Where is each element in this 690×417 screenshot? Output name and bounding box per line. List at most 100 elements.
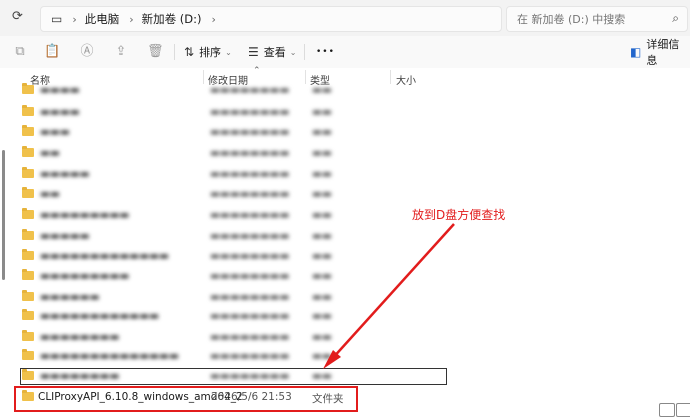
chevron-down-icon: ⌄ [225, 47, 232, 57]
folder-icon [22, 229, 34, 240]
list-item[interactable]: ▬▬▬ ▬▬▬▬▬▬▬▬ ▬▬ [0, 122, 680, 142]
blurred-date: ▬▬▬▬▬▬▬▬ [210, 84, 290, 96]
blurred-name: ▬▬▬▬▬▬▬▬▬▬▬▬ [40, 310, 160, 322]
blurred-name: ▬▬▬▬▬▬▬▬▬▬▬▬▬ [40, 250, 169, 262]
blurred-name: ▬▬ [40, 188, 60, 200]
blurred-name: ▬▬▬▬▬▬▬▬ [40, 331, 120, 343]
folder-icon [22, 290, 34, 301]
details-pane-button[interactable]: ◧ 详细信息 [630, 38, 690, 67]
blurred-type: ▬▬ [312, 270, 332, 282]
blurred-type: ▬▬ [312, 350, 332, 362]
list-item[interactable]: ▬▬▬▬▬▬▬▬ ▬▬▬▬▬▬▬▬ ▬▬ [0, 327, 680, 347]
blurred-name: ▬▬▬▬▬ [40, 230, 90, 242]
search-box[interactable]: ⌕ [506, 6, 688, 32]
blurred-name: ▬▬▬▬▬▬▬▬▬▬▬▬▬▬ [40, 350, 179, 362]
folder-icon [22, 249, 34, 260]
blurred-name: ▬▬▬▬▬▬▬▬▬ [40, 209, 130, 221]
computer-icon: ▭ [51, 12, 63, 26]
list-item[interactable]: ▬▬▬▬▬▬▬▬▬ ▬▬▬▬▬▬▬▬ ▬▬ [0, 205, 680, 225]
view-button[interactable]: ☰ 查看 ⌄ [248, 44, 296, 60]
blurred-date: ▬▬▬▬▬▬▬▬ [210, 310, 290, 322]
list-item[interactable]: ▬▬▬▬ ▬▬▬▬▬▬▬▬ ▬▬ [0, 102, 680, 122]
blurred-type: ▬▬ [312, 168, 332, 180]
chevron-right-icon[interactable]: › [129, 13, 133, 26]
sort-label: 排序 [199, 46, 222, 59]
annotation-text: 放到D盘方便查找 [412, 208, 506, 222]
sort-ascending-icon: ⌃ [253, 66, 261, 76]
folder-icon [22, 83, 34, 94]
sort-button[interactable]: ⇅ 排序 ⌄ [184, 44, 232, 60]
folder-icon [22, 349, 34, 360]
list-item[interactable]: ▬▬▬▬ ▬▬▬▬▬▬▬▬ ▬▬ [0, 80, 680, 100]
focused-row-outline [20, 368, 447, 385]
breadcrumb-item-drive-d[interactable]: 新加卷 (D:) [142, 11, 202, 27]
toolbar-divider [304, 44, 305, 60]
blurred-type: ▬▬ [312, 209, 332, 221]
list-item[interactable]: ▬▬ ▬▬▬▬▬▬▬▬ ▬▬ [0, 143, 680, 163]
blurred-name: ▬▬▬▬ [40, 84, 80, 96]
breadcrumb-item-this-pc[interactable]: 此电脑 [85, 11, 120, 27]
list-item[interactable]: ▬▬▬▬▬ ▬▬▬▬▬▬▬▬ ▬▬ [0, 226, 680, 246]
list-item[interactable]: ▬▬▬▬▬▬▬▬▬▬▬▬▬ ▬▬▬▬▬▬▬▬ ▬▬ [0, 246, 680, 266]
new-item-icon[interactable]: ⧉ [12, 44, 28, 60]
list-item[interactable]: ▬▬▬▬▬ ▬▬▬▬▬▬▬▬ ▬▬ [0, 164, 680, 184]
chevron-right-icon[interactable]: › [72, 13, 76, 26]
list-item[interactable]: ▬▬▬▬▬▬ ▬▬▬▬▬▬▬▬ ▬▬ [0, 287, 680, 307]
blurred-date: ▬▬▬▬▬▬▬▬ [210, 126, 290, 138]
blurred-type: ▬▬ [312, 331, 332, 343]
folder-icon [22, 105, 34, 116]
breadcrumb[interactable]: ▭ › 此电脑 › 新加卷 (D:) › [40, 6, 502, 32]
folder-icon [22, 167, 34, 178]
list-item[interactable]: ▬▬▬▬▬▬▬▬▬ ▬▬▬▬▬▬▬▬ ▬▬ [0, 266, 680, 286]
folder-icon [22, 146, 34, 157]
folder-icon [22, 125, 34, 136]
share-icon[interactable]: ⇪ [113, 44, 129, 60]
blurred-type: ▬▬ [312, 106, 332, 118]
blurred-date: ▬▬▬▬▬▬▬▬ [210, 291, 290, 303]
blurred-type: ▬▬ [312, 126, 332, 138]
blurred-type: ▬▬ [312, 230, 332, 242]
blurred-date: ▬▬▬▬▬▬▬▬ [210, 106, 290, 118]
blurred-type: ▬▬ [312, 147, 332, 159]
blurred-date: ▬▬▬▬▬▬▬▬ [210, 230, 290, 242]
view-label: 查看 [263, 46, 286, 59]
blurred-type: ▬▬ [312, 291, 332, 303]
blurred-type: ▬▬ [312, 188, 332, 200]
folder-icon [22, 187, 34, 198]
blurred-date: ▬▬▬▬▬▬▬▬ [210, 350, 290, 362]
blurred-name: ▬▬ [40, 147, 60, 159]
folder-icon [22, 208, 34, 219]
blurred-name: ▬▬▬▬▬ [40, 168, 90, 180]
search-input[interactable] [515, 11, 659, 27]
blurred-type: ▬▬ [312, 84, 332, 96]
details-label: 详细信息 [646, 38, 680, 67]
red-highlight-box [14, 386, 358, 412]
blurred-name: ▬▬▬▬▬▬ [40, 291, 100, 303]
blurred-date: ▬▬▬▬▬▬▬▬ [210, 147, 290, 159]
blurred-date: ▬▬▬▬▬▬▬▬ [210, 250, 290, 262]
blurred-name: ▬▬▬▬ [40, 106, 80, 118]
blurred-name: ▬▬▬▬▬▬▬▬▬ [40, 270, 130, 282]
blurred-date: ▬▬▬▬▬▬▬▬ [210, 188, 290, 200]
more-options-button[interactable]: ••• [316, 44, 335, 60]
blurred-date: ▬▬▬▬▬▬▬▬ [210, 270, 290, 282]
rename-icon[interactable]: Ⓐ [79, 44, 95, 60]
command-toolbar: ⧉ 📋 Ⓐ ⇪ 🗑 ⇅ 排序 ⌄ ☰ 查看 ⌄ ••• ◧ 详细信息 [0, 36, 690, 69]
list-item[interactable]: ▬▬ ▬▬▬▬▬▬▬▬ ▬▬ [0, 184, 680, 204]
toolbar-divider [174, 44, 175, 60]
list-item[interactable]: ▬▬▬▬▬▬▬▬▬▬▬▬ ▬▬▬▬▬▬▬▬ ▬▬ [0, 306, 680, 326]
delete-icon[interactable]: 🗑 [147, 44, 164, 60]
paste-icon[interactable]: 📋 [44, 44, 60, 60]
blurred-date: ▬▬▬▬▬▬▬▬ [210, 331, 290, 343]
list-item[interactable]: ▬▬▬▬▬▬▬▬▬▬▬▬▬▬ ▬▬▬▬▬▬▬▬ ▬▬ [0, 346, 680, 366]
refresh-icon[interactable]: ⟳ [12, 10, 26, 24]
chevron-right-icon[interactable]: › [212, 13, 216, 26]
chevron-down-icon: ⌄ [289, 47, 297, 57]
folder-icon [22, 330, 34, 341]
address-bar-area: ⟳ ▭ › 此电脑 › 新加卷 (D:) › ⌕ [0, 0, 690, 36]
details-pane-icon: ◧ [630, 45, 642, 59]
search-icon[interactable]: ⌕ [672, 11, 679, 26]
blurred-type: ▬▬ [312, 310, 332, 322]
blurred-date: ▬▬▬▬▬▬▬▬ [210, 168, 290, 180]
folder-icon [22, 269, 34, 280]
